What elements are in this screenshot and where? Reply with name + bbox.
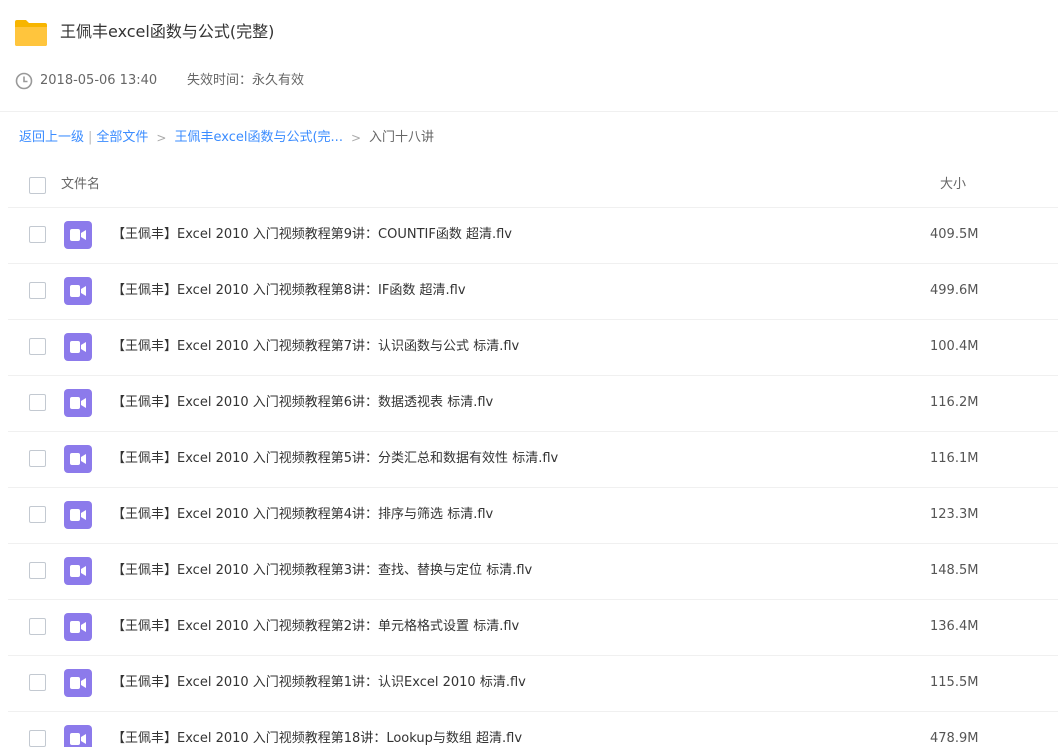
file-checkbox[interactable]	[29, 282, 46, 299]
file-size: 136.4M	[930, 619, 979, 634]
file-size: 123.3M	[930, 507, 979, 522]
file-list: 【王佩丰】Excel 2010 入门视频教程第9讲：COUNTIF函数 超清.f…	[8, 208, 1058, 747]
video-file-icon	[64, 389, 92, 417]
file-checkbox[interactable]	[29, 618, 46, 635]
back-link[interactable]: 返回上一级	[19, 128, 84, 148]
file-checkbox[interactable]	[29, 338, 46, 355]
file-size: 116.2M	[930, 395, 979, 410]
breadcrumb-divider: |	[88, 130, 93, 145]
file-size: 148.5M	[930, 563, 979, 578]
file-name[interactable]: 【王佩丰】Excel 2010 入门视频教程第8讲：IF函数 超清.flv	[112, 281, 466, 301]
file-name[interactable]: 【王佩丰】Excel 2010 入门视频教程第2讲：单元格格式设置 标清.flv	[112, 617, 519, 637]
video-file-icon	[64, 613, 92, 641]
file-row[interactable]: 【王佩丰】Excel 2010 入门视频教程第6讲：数据透视表 标清.flv 11…	[8, 376, 1058, 432]
file-checkbox[interactable]	[29, 562, 46, 579]
share-date: 2018-05-06 13:40	[40, 73, 158, 88]
file-row[interactable]: 【王佩丰】Excel 2010 入门视频教程第1讲：认识Excel 2010 标…	[8, 656, 1058, 712]
file-checkbox[interactable]	[29, 674, 46, 691]
file-checkbox[interactable]	[29, 394, 46, 411]
column-header-size: 大小	[940, 177, 967, 192]
file-row[interactable]: 【王佩丰】Excel 2010 入门视频教程第2讲：单元格格式设置 标清.flv…	[8, 600, 1058, 656]
file-checkbox[interactable]	[29, 730, 46, 747]
file-row[interactable]: 【王佩丰】Excel 2010 入门视频教程第18讲：Lookup与数组 超清.…	[8, 712, 1058, 747]
share-header: 王佩丰excel函数与公式(完整) 2018-05-06 13:40 失效时间：…	[0, 0, 1058, 112]
file-name[interactable]: 【王佩丰】Excel 2010 入门视频教程第6讲：数据透视表 标清.flv	[112, 393, 493, 413]
select-all-checkbox[interactable]	[29, 177, 46, 194]
file-row[interactable]: 【王佩丰】Excel 2010 入门视频教程第8讲：IF函数 超清.flv 499…	[8, 264, 1058, 320]
file-row[interactable]: 【王佩丰】Excel 2010 入门视频教程第7讲：认识函数与公式 标清.flv…	[8, 320, 1058, 376]
video-file-icon	[64, 669, 92, 697]
file-row[interactable]: 【王佩丰】Excel 2010 入门视频教程第4讲：排序与筛选 标清.flv 12…	[8, 488, 1058, 544]
file-name[interactable]: 【王佩丰】Excel 2010 入门视频教程第5讲：分类汇总和数据有效性 标清.…	[112, 449, 558, 469]
video-file-icon	[64, 445, 92, 473]
breadcrumb: 返回上一级 | 全部文件 > 王佩丰excel函数与公式(完... > 入门十八…	[19, 128, 434, 148]
file-size: 499.6M	[930, 283, 979, 298]
current-folder: 入门十八讲	[369, 130, 435, 145]
video-file-icon	[64, 221, 92, 249]
clock-icon	[15, 72, 33, 90]
file-name[interactable]: 【王佩丰】Excel 2010 入门视频教程第18讲：Lookup与数组 超清.…	[112, 729, 522, 747]
file-row[interactable]: 【王佩丰】Excel 2010 入门视频教程第3讲：查找、替换与定位 标清.fl…	[8, 544, 1058, 600]
file-name[interactable]: 【王佩丰】Excel 2010 入门视频教程第7讲：认识函数与公式 标清.flv	[112, 337, 519, 357]
file-name[interactable]: 【王佩丰】Excel 2010 入门视频教程第1讲：认识Excel 2010 标…	[112, 673, 526, 693]
file-name[interactable]: 【王佩丰】Excel 2010 入门视频教程第3讲：查找、替换与定位 标清.fl…	[112, 561, 532, 581]
folder-icon	[15, 20, 47, 46]
file-checkbox[interactable]	[29, 506, 46, 523]
file-size: 409.5M	[930, 227, 979, 242]
parent-folder-link[interactable]: 王佩丰excel函数与公式(完...	[174, 128, 342, 148]
file-size: 115.5M	[930, 675, 979, 690]
video-file-icon	[64, 277, 92, 305]
file-size: 478.9M	[930, 731, 979, 746]
file-checkbox[interactable]	[29, 450, 46, 467]
all-files-link[interactable]: 全部文件	[96, 128, 148, 148]
share-title: 王佩丰excel函数与公式(完整)	[60, 22, 275, 41]
video-file-icon	[64, 725, 92, 747]
file-row[interactable]: 【王佩丰】Excel 2010 入门视频教程第9讲：COUNTIF函数 超清.f…	[8, 208, 1058, 264]
video-file-icon	[64, 333, 92, 361]
column-header-name: 文件名	[61, 177, 101, 192]
file-row[interactable]: 【王佩丰】Excel 2010 入门视频教程第5讲：分类汇总和数据有效性 标清.…	[8, 432, 1058, 488]
file-name[interactable]: 【王佩丰】Excel 2010 入门视频教程第9讲：COUNTIF函数 超清.f…	[112, 225, 512, 245]
file-checkbox[interactable]	[29, 226, 46, 243]
file-list-header: 文件名 大小	[8, 162, 1058, 208]
expire-info: 失效时间：永久有效	[187, 73, 305, 88]
video-file-icon	[64, 501, 92, 529]
video-file-icon	[64, 557, 92, 585]
breadcrumb-separator: >	[156, 131, 167, 145]
file-name[interactable]: 【王佩丰】Excel 2010 入门视频教程第4讲：排序与筛选 标清.flv	[112, 505, 493, 525]
file-size: 100.4M	[930, 339, 979, 354]
file-size: 116.1M	[930, 451, 979, 466]
breadcrumb-separator: >	[350, 131, 362, 145]
